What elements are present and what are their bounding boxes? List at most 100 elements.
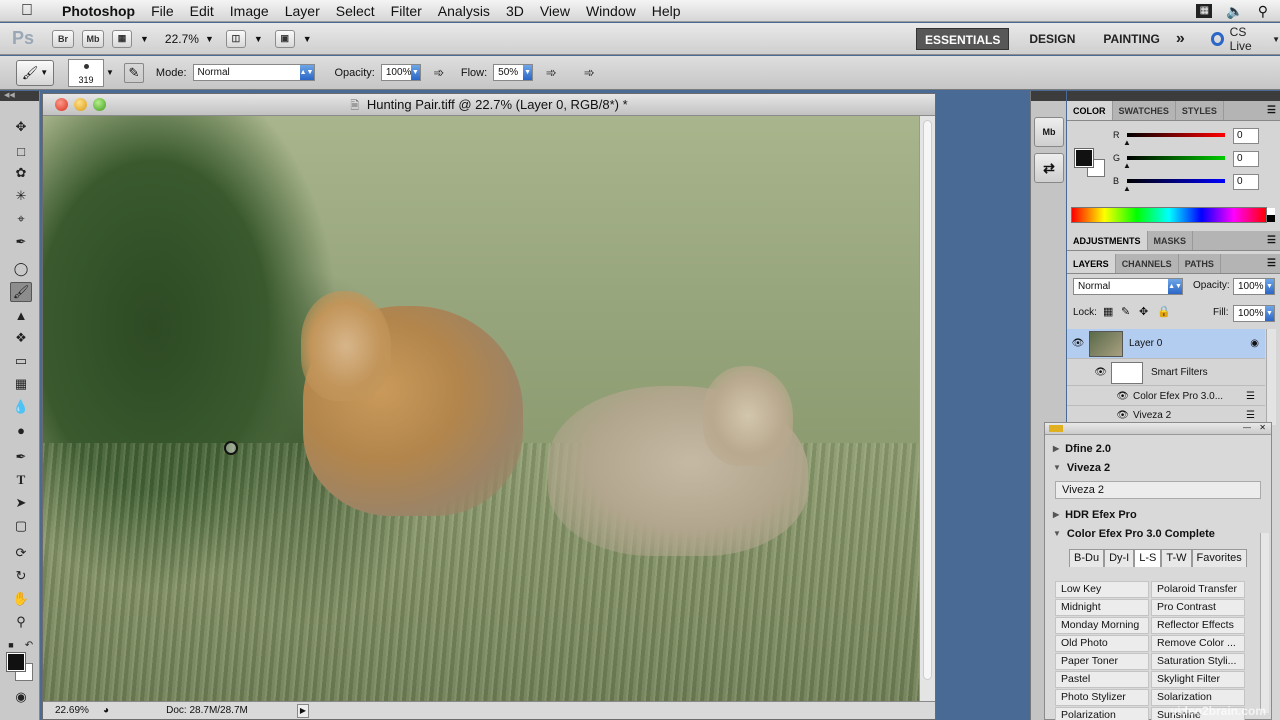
red-slider-handle-icon[interactable]: ▲: [1123, 138, 1131, 147]
green-value-input[interactable]: 0: [1233, 151, 1259, 167]
viveza-eye-icon[interactable]: 👁: [1067, 410, 1133, 421]
history-panel-icon[interactable]: ⇄: [1034, 153, 1064, 183]
dock-grip[interactable]: [1067, 91, 1280, 101]
cef-tab-dy-i[interactable]: Dy-I: [1104, 549, 1135, 567]
tab-styles[interactable]: STYLES: [1176, 101, 1224, 120]
shape-tool-icon[interactable]: ▢: [10, 516, 32, 536]
layer-visibility-eye-icon[interactable]: 👁: [1067, 338, 1089, 349]
filter-pastel[interactable]: Pastel: [1055, 671, 1149, 688]
menu-edit[interactable]: Edit: [182, 0, 222, 22]
volume-icon[interactable]: 🔈: [1226, 3, 1243, 20]
view-extras-chevron-down-icon[interactable]: ▼: [140, 34, 149, 44]
section-viveza[interactable]: ▼ Viveza 2: [1045, 458, 1271, 477]
plugin-minimize-icon[interactable]: —: [1243, 423, 1251, 432]
filter-old-photo[interactable]: Old Photo: [1055, 635, 1149, 652]
pressure-size-icon[interactable]: ➾: [579, 63, 599, 83]
filter-monday-morning[interactable]: Monday Morning: [1055, 617, 1149, 634]
brush-tool-icon[interactable]: 🖌: [10, 282, 32, 302]
filter-row-color-efex[interactable]: 👁 Color Efex Pro 3.0... ☰: [1067, 387, 1265, 406]
dodge-tool-icon[interactable]: ●: [10, 420, 32, 440]
zoom-chevron-down-icon[interactable]: ▼: [205, 34, 214, 44]
menu-view[interactable]: View: [532, 0, 578, 22]
arrange-documents-button[interactable]: ◫: [225, 29, 246, 48]
path-selection-tool-icon[interactable]: ➤: [10, 493, 32, 513]
brush-preset-chevron-down-icon[interactable]: ▼: [106, 68, 114, 77]
status-zoom[interactable]: 22.69%: [43, 705, 103, 716]
apple-menu-icon[interactable]: : [0, 2, 54, 20]
workspace-essentials[interactable]: ESSENTIALS: [916, 28, 1010, 50]
layers-panel-menu-icon[interactable]: ☰: [1267, 254, 1276, 274]
section-color-efex[interactable]: ▼ Color Efex Pro 3.0 Complete: [1045, 524, 1271, 543]
foreground-color-swatch[interactable]: [6, 652, 26, 672]
filter-remove-color[interactable]: Remove Color ...: [1151, 635, 1245, 652]
tab-masks[interactable]: MASKS: [1148, 231, 1194, 250]
document-title-bar[interactable]: 🗎 Hunting Pair.tiff @ 22.7% (Layer 0, RG…: [43, 94, 935, 116]
screen-mode-chevron-down-icon[interactable]: ▼: [303, 34, 312, 44]
adjustments-panel-menu-icon[interactable]: ☰: [1267, 231, 1276, 251]
filter-reflector-effects[interactable]: Reflector Effects: [1151, 617, 1245, 634]
minimize-window-button[interactable]: [74, 98, 87, 111]
smart-filters-eye-icon[interactable]: 👁: [1067, 367, 1111, 378]
workspace-design[interactable]: DESIGN: [1021, 28, 1083, 50]
tool-preset-picker[interactable]: 🖌 ▼: [16, 59, 54, 86]
arrange-chevron-down-icon[interactable]: ▼: [254, 34, 263, 44]
layer-opacity-input[interactable]: 100% ▼: [1233, 278, 1275, 295]
lock-image-icon[interactable]: ✎: [1121, 305, 1130, 318]
lock-all-icon[interactable]: 🔒: [1157, 305, 1171, 318]
fill-input[interactable]: 100% ▼: [1233, 305, 1275, 322]
filter-photo-stylizer[interactable]: Photo Stylizer: [1055, 689, 1149, 706]
blue-slider-handle-icon[interactable]: ▲: [1123, 184, 1131, 193]
menu-layer[interactable]: Layer: [277, 0, 328, 22]
3d-rotate-tool-icon[interactable]: ⟳: [10, 543, 32, 563]
close-window-button[interactable]: [55, 98, 68, 111]
history-brush-tool-icon[interactable]: ❖: [10, 328, 32, 348]
filter-polarization[interactable]: Polarization: [1055, 707, 1149, 720]
healing-brush-tool-icon[interactable]: ◯: [10, 259, 32, 279]
default-colors-icon[interactable]: ■: [4, 635, 18, 655]
cef-tab-favorites[interactable]: Favorites: [1191, 549, 1247, 567]
filter-low-key[interactable]: Low Key: [1055, 581, 1149, 598]
menu-window[interactable]: Window: [578, 0, 644, 22]
status-menu-arrow-icon[interactable]: ▶: [297, 703, 309, 718]
collapsed-column-grip[interactable]: [1031, 91, 1066, 101]
red-value-input[interactable]: 0: [1233, 128, 1259, 144]
menu-analysis[interactable]: Analysis: [430, 0, 498, 22]
lock-position-icon[interactable]: ✥: [1139, 305, 1148, 318]
hand-tool-icon[interactable]: ✋: [10, 589, 32, 609]
workspace-painting[interactable]: PAINTING: [1095, 28, 1167, 50]
green-slider[interactable]: G ▲ 0: [1067, 149, 1280, 172]
layer-row-layer-0[interactable]: 👁 Layer 0 ◉: [1067, 329, 1265, 359]
opacity-input[interactable]: 100% ▼: [380, 64, 421, 81]
brush-preset-picker[interactable]: 319: [68, 58, 104, 87]
black-white-ramp[interactable]: [1267, 208, 1275, 222]
color-efex-eye-icon[interactable]: 👁: [1067, 391, 1133, 402]
3d-orbit-tool-icon[interactable]: ↻: [10, 566, 32, 586]
menu-image[interactable]: Image: [222, 0, 277, 22]
filter-polaroid-transfer[interactable]: Polaroid Transfer: [1151, 581, 1245, 598]
lock-transparent-icon[interactable]: ▦: [1103, 305, 1113, 318]
plugin-close-icon[interactable]: ✕: [1259, 423, 1266, 432]
zoom-level[interactable]: 22.7%: [165, 32, 199, 46]
zoom-tool-icon[interactable]: ⚲: [10, 612, 32, 632]
quick-mask-icon[interactable]: ◉: [10, 687, 32, 707]
viveza-blending-options-icon[interactable]: ☰: [1246, 410, 1255, 421]
color-panel-menu-icon[interactable]: ☰: [1267, 101, 1276, 121]
clone-stamp-tool-icon[interactable]: ▲: [10, 305, 32, 325]
image-canvas[interactable]: [43, 116, 921, 703]
pressure-opacity-icon[interactable]: ➾: [429, 63, 449, 83]
cef-tab-b-du[interactable]: B-Du: [1069, 549, 1105, 567]
section-dfine[interactable]: ▶ Dfine 2.0: [1045, 439, 1271, 458]
pen-tool-icon[interactable]: ✒: [10, 447, 32, 467]
blue-value-input[interactable]: 0: [1233, 174, 1259, 190]
type-tool-icon[interactable]: T: [10, 470, 32, 490]
zoom-window-button[interactable]: [93, 98, 106, 111]
spaces-icon[interactable]: ▦: [1196, 4, 1213, 18]
color-efex-blending-options-icon[interactable]: ☰: [1246, 391, 1255, 402]
menu-3d[interactable]: 3D: [498, 0, 532, 22]
flow-input[interactable]: 50% ▼: [493, 64, 534, 81]
filter-midnight[interactable]: Midnight: [1055, 599, 1149, 616]
launch-mini-bridge-button[interactable]: Mb: [82, 29, 104, 48]
airbrush-icon[interactable]: ➾: [541, 63, 561, 83]
status-info-icon[interactable]: ◕: [103, 705, 117, 716]
menu-help[interactable]: Help: [644, 0, 689, 22]
